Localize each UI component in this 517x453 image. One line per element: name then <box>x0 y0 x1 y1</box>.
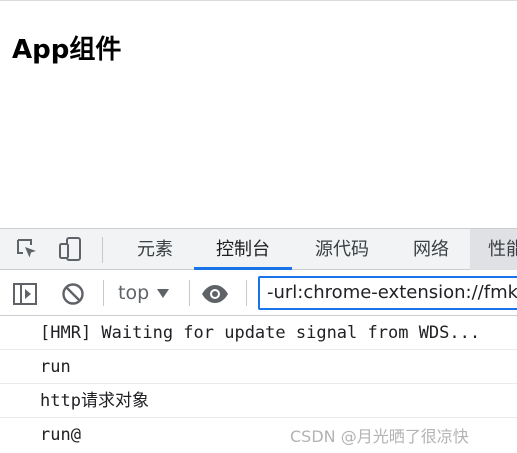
devtools-panel: 元素 控制台 源代码 网络 性能 top -url:chrome-extensi… <box>0 228 517 453</box>
tab-elements[interactable]: 元素 <box>133 229 177 270</box>
toolbar-divider <box>189 280 190 306</box>
page-title: App组件 <box>12 35 122 65</box>
inspect-element-icon[interactable] <box>13 235 41 263</box>
watermark: CSDN @月光晒了很凉快 <box>290 427 469 446</box>
tab-network[interactable]: 网络 <box>409 229 453 270</box>
show-sidebar-icon[interactable] <box>11 280 39 308</box>
console-message: [HMR] Waiting for update signal from WDS… <box>0 316 517 350</box>
tab-console[interactable]: 控制台 <box>194 229 292 270</box>
console-message-suffix: 请求对象 <box>80 391 149 411</box>
console-filter-input[interactable]: -url:chrome-extension://fmkadmapgofadopl… <box>258 276 517 310</box>
dropdown-arrow-icon <box>157 282 170 304</box>
clear-console-icon[interactable] <box>59 280 87 308</box>
toolbar-divider <box>246 280 247 306</box>
context-selector-value: top <box>118 282 150 304</box>
context-selector[interactable]: top <box>112 279 182 307</box>
eye-icon[interactable] <box>201 280 229 308</box>
console-toolbar: top -url:chrome-extension://fmkadmapgofa… <box>0 270 517 316</box>
tab-console-label: 控制台 <box>216 239 270 260</box>
tab-performance[interactable]: 性能 <box>470 229 517 270</box>
toolbar-divider <box>103 280 104 306</box>
tab-sources[interactable]: 源代码 <box>310 229 374 270</box>
console-message: run <box>0 350 517 384</box>
console-message: http请求对象 <box>0 384 517 418</box>
devtools-tabbar: 元素 控制台 源代码 网络 性能 <box>0 228 517 270</box>
tabbar-divider <box>102 237 103 263</box>
device-toolbar-icon[interactable] <box>56 235 84 263</box>
window-top-border <box>0 0 517 1</box>
console-message-prefix: http <box>40 391 81 411</box>
